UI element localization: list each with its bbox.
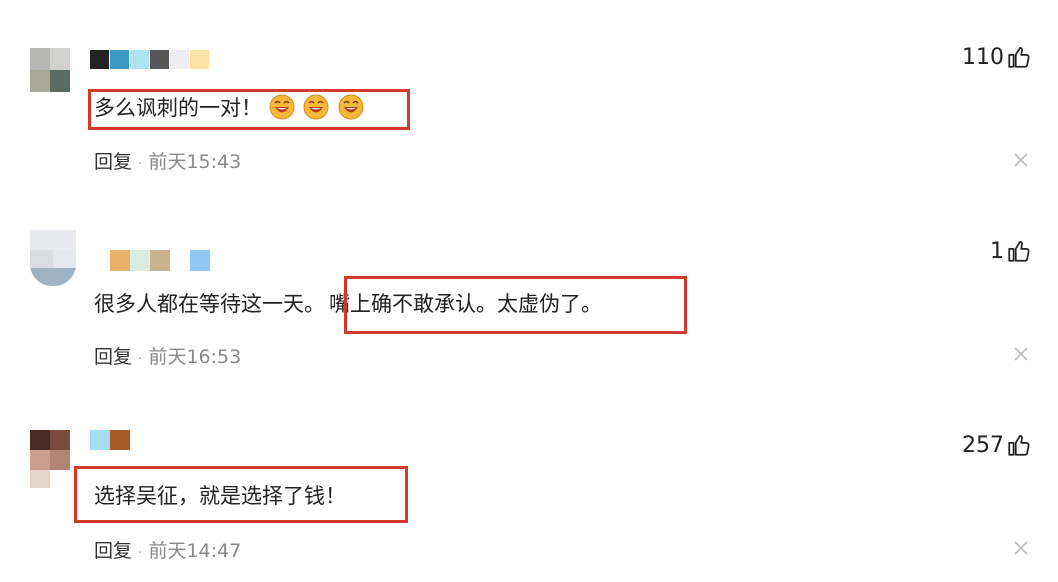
reply-button[interactable]: 回复	[94, 540, 132, 562]
like-count-value: 257	[962, 432, 1004, 458]
avatar-pixel	[30, 250, 53, 268]
comment-item: 257 选择吴征，就是选择了钱！ 回复 · 前天14:47	[0, 422, 1058, 582]
close-icon[interactable]	[1012, 345, 1030, 363]
username-pixel	[110, 250, 130, 271]
username-mosaic[interactable]	[88, 430, 138, 452]
thumbs-up-icon[interactable]	[1006, 44, 1032, 70]
highlight-box	[74, 466, 408, 523]
reply-button[interactable]: 回复	[94, 151, 132, 173]
username-pixel	[90, 50, 109, 69]
comment-text-part-a: 很多人都在等待这一天。	[94, 292, 325, 316]
avatar-pixel	[30, 70, 50, 92]
like-count[interactable]: 257	[962, 432, 1032, 458]
avatar-pixel	[50, 430, 70, 450]
like-count[interactable]: 110	[962, 44, 1032, 70]
comment-meta: 回复 · 前天14:47	[94, 536, 241, 563]
comment-time: 前天16:53	[148, 346, 242, 368]
reply-button[interactable]: 回复	[94, 346, 132, 368]
comment-time: 前天14:47	[148, 540, 242, 562]
comment-item: 110 多么讽刺的一对！ 回复 · 前天15:43	[0, 40, 1058, 230]
like-count[interactable]: 1	[990, 238, 1032, 264]
avatar-pixel	[50, 70, 70, 92]
comment-item: 1 很多人都在等待这一天。 嘴上确不敢承认。太虚伪了。 回复 · 前天16:53	[0, 226, 1058, 416]
meta-separator: ·	[138, 156, 143, 172]
avatar-pixel	[30, 470, 50, 488]
like-count-value: 110	[962, 44, 1004, 70]
username-pixel	[150, 50, 169, 69]
username-pixel	[130, 250, 150, 271]
username-pixel	[90, 430, 110, 450]
username-pixel	[170, 50, 189, 69]
avatar-pixel	[30, 430, 50, 450]
highlight-box	[88, 89, 410, 130]
avatar[interactable]	[30, 48, 70, 92]
highlight-box	[344, 276, 687, 334]
username-mosaic[interactable]	[88, 50, 213, 72]
username-pixel	[110, 430, 130, 450]
avatar-pixel	[30, 230, 76, 250]
avatar-pixel	[53, 250, 76, 268]
avatar-pixel	[30, 48, 50, 70]
close-icon[interactable]	[1012, 539, 1030, 557]
close-icon[interactable]	[1012, 151, 1030, 169]
avatar-pixel	[30, 450, 50, 470]
username-pixel	[130, 50, 149, 69]
username-pixel	[190, 250, 210, 271]
comment-meta: 回复 · 前天16:53	[94, 342, 241, 369]
thumbs-up-icon[interactable]	[1006, 432, 1032, 458]
avatar-pixel	[30, 268, 76, 286]
thumbs-up-icon[interactable]	[1006, 238, 1032, 264]
meta-separator: ·	[138, 545, 143, 561]
avatar[interactable]	[30, 230, 76, 286]
username-pixel	[110, 50, 129, 69]
like-count-value: 1	[990, 238, 1004, 264]
meta-separator: ·	[138, 351, 143, 367]
username-pixel	[190, 50, 209, 69]
username-mosaic[interactable]	[88, 250, 218, 272]
username-pixel	[150, 250, 170, 271]
comment-meta: 回复 · 前天15:43	[94, 147, 241, 174]
avatar-pixel	[50, 48, 70, 70]
comment-time: 前天15:43	[148, 151, 242, 173]
avatar-pixel	[50, 450, 70, 470]
avatar[interactable]	[30, 430, 70, 488]
